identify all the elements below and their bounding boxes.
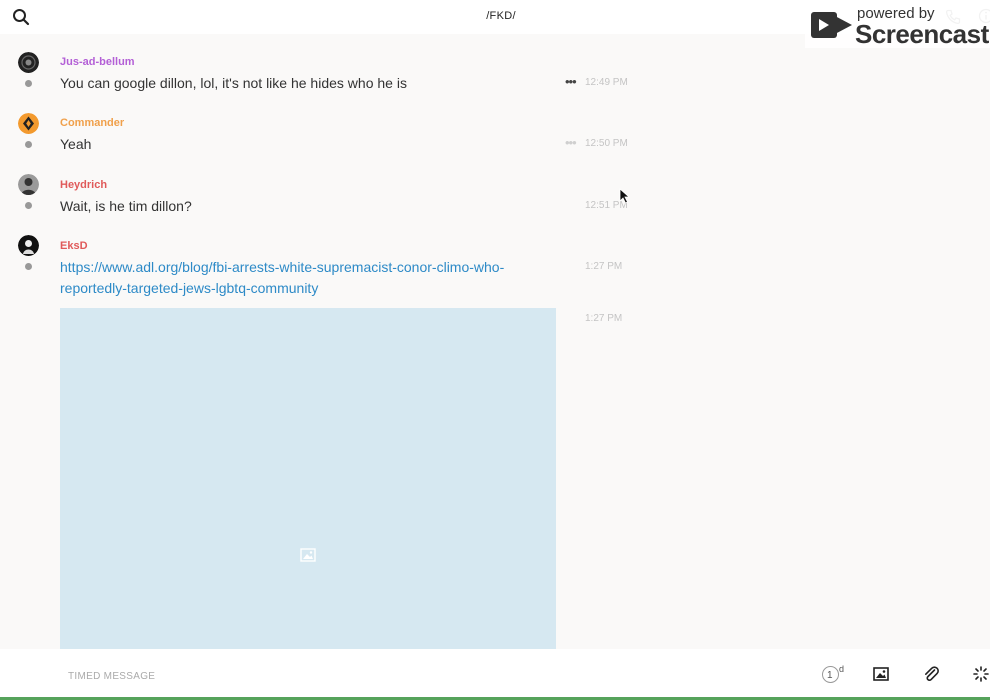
message-link[interactable]: https://www.adl.org/blog/fbi-arrests-whi… bbox=[60, 257, 555, 299]
timer-unit: d bbox=[839, 664, 845, 674]
avatar[interactable] bbox=[18, 235, 39, 256]
message-input[interactable] bbox=[66, 665, 670, 687]
message-time: 1:27 PM bbox=[585, 261, 623, 272]
image-preview[interactable] bbox=[60, 308, 556, 649]
more-options-button[interactable]: ••• bbox=[565, 136, 577, 149]
status-dot bbox=[25, 141, 32, 148]
mouse-cursor-icon bbox=[619, 188, 630, 204]
spinner-icon[interactable] bbox=[972, 665, 990, 683]
username[interactable]: Heydrich bbox=[60, 179, 107, 191]
username[interactable]: EksD bbox=[60, 240, 88, 252]
status-dot bbox=[25, 202, 32, 209]
username[interactable]: Jus-ad-bellum bbox=[60, 56, 135, 68]
more-options-button[interactable]: ••• bbox=[565, 75, 577, 88]
avatar[interactable] bbox=[18, 174, 39, 195]
avatar-image-icon bbox=[18, 52, 39, 73]
paperclip-icon[interactable] bbox=[922, 665, 940, 683]
message-time: 12:49 PM bbox=[585, 77, 628, 88]
message-text: You can google dillon, lol, it's not lik… bbox=[60, 75, 407, 91]
image-placeholder-icon bbox=[300, 548, 316, 562]
screencastify-watermark: powered by Screencastify bbox=[805, 0, 990, 49]
message-time: 12:50 PM bbox=[585, 138, 628, 149]
message-text: Yeah bbox=[60, 136, 92, 152]
timed-message-selector[interactable]: 1 d bbox=[822, 663, 846, 685]
timer-value: 1 bbox=[827, 670, 833, 681]
status-dot bbox=[25, 80, 32, 87]
message-text: Wait, is he tim dillon? bbox=[60, 198, 192, 214]
avatar-image-icon bbox=[18, 113, 39, 134]
image-time: 1:27 PM bbox=[585, 313, 623, 324]
avatar-image-icon bbox=[18, 235, 39, 256]
composer-bar: 1 d bbox=[0, 649, 990, 700]
watermark-brand-text: Screencastify bbox=[855, 19, 990, 49]
username[interactable]: Commander bbox=[60, 117, 124, 129]
avatar[interactable] bbox=[18, 52, 39, 73]
avatar[interactable] bbox=[18, 113, 39, 134]
avatar-image-icon bbox=[18, 174, 39, 195]
status-dot bbox=[25, 263, 32, 270]
image-icon[interactable] bbox=[872, 665, 890, 683]
screencastify-logo-icon bbox=[811, 12, 852, 38]
